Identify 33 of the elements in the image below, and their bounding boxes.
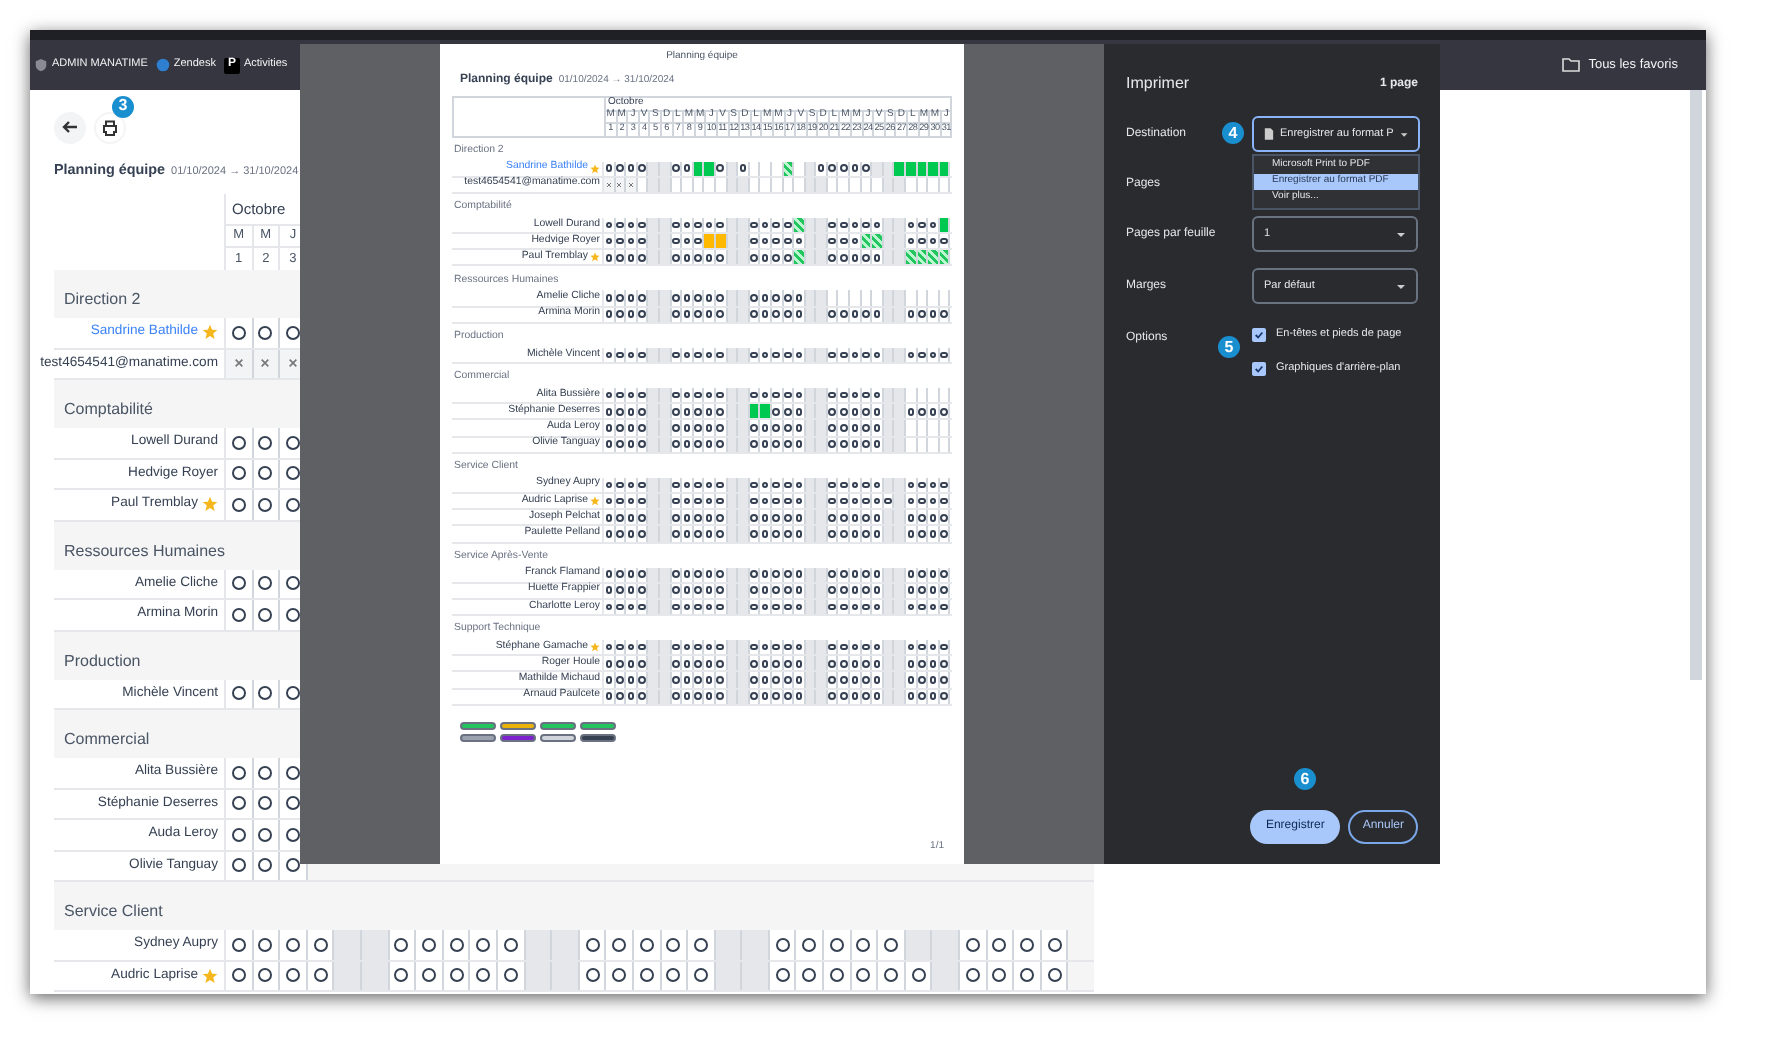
cross-icon: [616, 181, 623, 188]
cross-icon: [233, 358, 244, 369]
dialog-title: Imprimer: [1126, 72, 1190, 96]
checkbox[interactable]: [1252, 327, 1266, 342]
caret-icon: [1396, 283, 1406, 289]
shield-icon: [34, 58, 48, 72]
cross-icon: [260, 358, 271, 369]
check-icon: [1254, 329, 1264, 340]
folder-icon: [1562, 58, 1581, 72]
back-button[interactable]: [54, 111, 86, 143]
cross-icon: [287, 358, 298, 369]
cross-icon: [627, 181, 634, 188]
callout-number: 3: [112, 95, 134, 117]
caret-icon: [1396, 231, 1406, 237]
callout-number: 6: [1294, 768, 1316, 790]
callout-number: 4: [1222, 122, 1244, 144]
back-arrow-icon: [62, 120, 78, 134]
print-button[interactable]: [94, 111, 126, 143]
checkbox[interactable]: [1252, 361, 1266, 376]
group-label: Ressources Humaines: [64, 539, 225, 563]
caret-icon: [1399, 131, 1408, 137]
group-label: Commercial: [64, 728, 150, 752]
check-icon: [1254, 363, 1264, 374]
document-icon: [1264, 126, 1274, 142]
group-label: Comptabilité: [64, 398, 153, 422]
print-icon: [102, 119, 118, 135]
group-label: Direction 2: [64, 288, 141, 312]
scrollbar[interactable]: [1690, 90, 1702, 680]
cross-icon: [605, 181, 612, 188]
group-label: Service Client: [64, 900, 163, 924]
group-label: Production: [64, 649, 141, 673]
circle-logo-icon: [155, 58, 170, 72]
callout-number: 5: [1218, 336, 1240, 358]
